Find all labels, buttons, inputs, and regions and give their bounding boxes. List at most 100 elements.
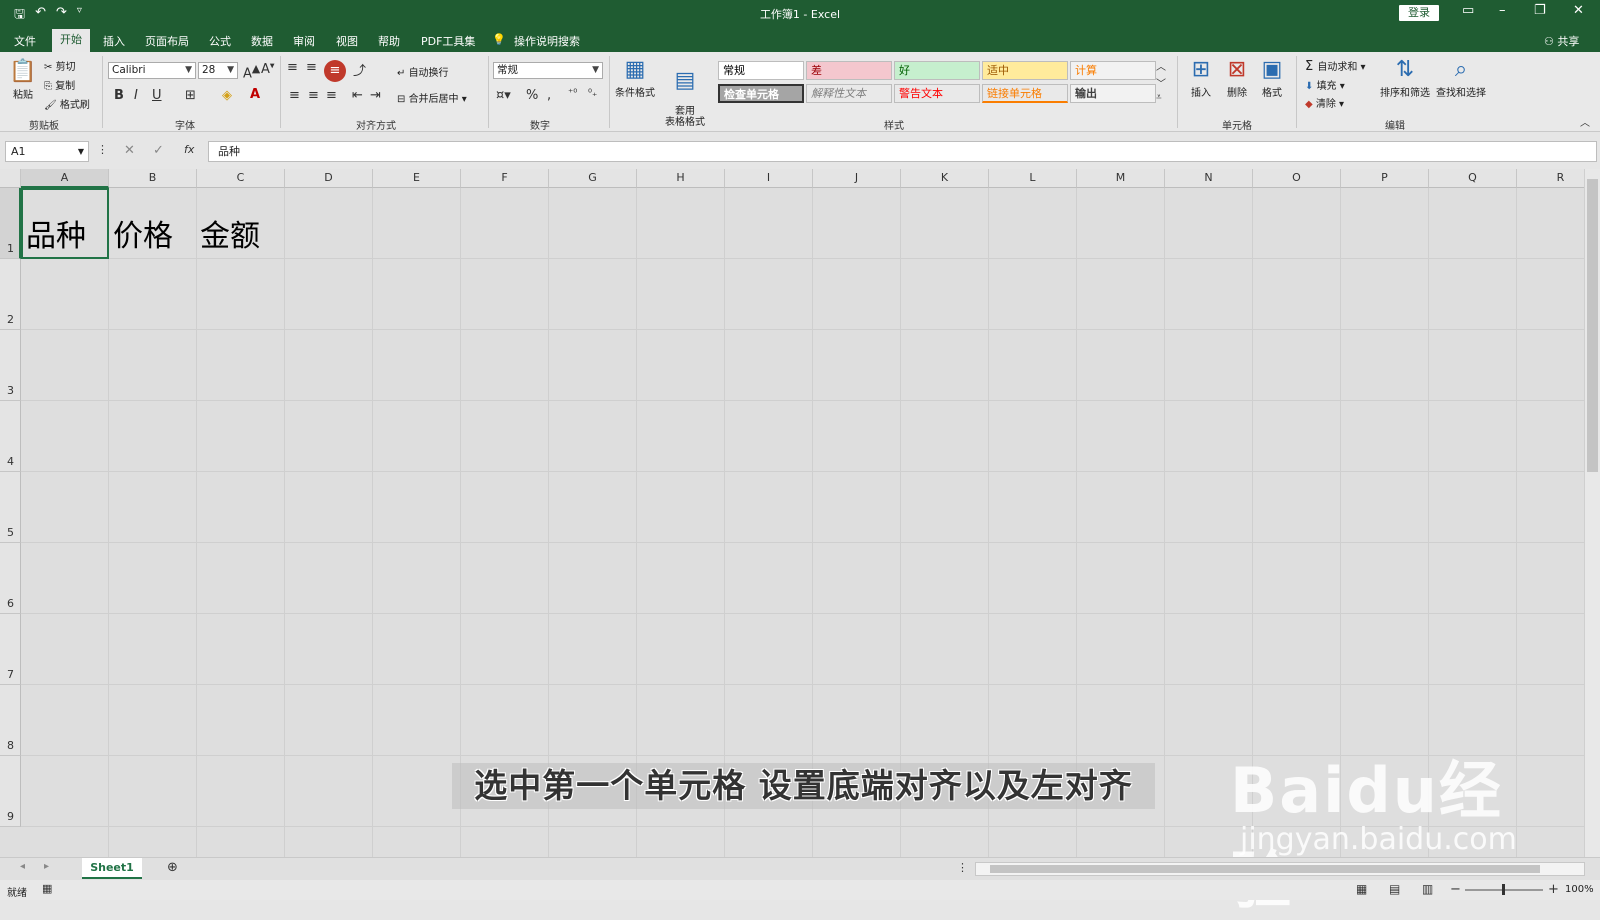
cell-style-item[interactable]: 警告文本 [894, 84, 980, 103]
tab-page-layout[interactable]: 页面布局 [145, 33, 189, 49]
clear-button[interactable]: ◆ 清除 ▾ [1305, 95, 1344, 110]
column-header[interactable]: J [813, 169, 901, 188]
zoom-slider-thumb[interactable] [1502, 884, 1505, 895]
cell-style-item[interactable]: 计算 [1070, 61, 1156, 80]
tab-file[interactable]: 文件 [14, 33, 36, 49]
column-header[interactable]: M [1077, 169, 1165, 188]
align-middle-icon[interactable]: ≡ [306, 60, 317, 75]
scrollbar-thumb[interactable] [990, 865, 1540, 873]
fill-button[interactable]: ⬇ 填充 ▾ [1305, 77, 1345, 92]
name-box[interactable]: A1 ▼ [5, 141, 89, 162]
border-icon[interactable]: ⊞ [185, 88, 196, 103]
cell-style-item[interactable]: 检查单元格 [718, 84, 804, 103]
comma-button[interactable]: , [547, 88, 551, 103]
restore-icon[interactable]: ❐ [1534, 3, 1546, 18]
horizontal-scrollbar[interactable] [975, 862, 1585, 876]
row-header[interactable]: 2 [0, 259, 21, 330]
percent-button[interactable]: % [526, 88, 538, 103]
align-top-icon[interactable]: ≡ [287, 60, 298, 75]
row-header[interactable]: 4 [0, 401, 21, 472]
format-cells-button[interactable]: ▣ 格式 [1257, 56, 1287, 99]
zoom-in-icon[interactable]: + [1548, 882, 1559, 897]
underline-button[interactable]: U [152, 88, 162, 103]
close-icon[interactable]: ✕ [1573, 3, 1584, 18]
conditional-format-button[interactable]: ▦ 条件格式 [614, 56, 656, 99]
column-header[interactable]: D [285, 169, 373, 188]
prev-sheet-icon[interactable]: ◂ [20, 861, 25, 872]
ribbon-display-icon[interactable]: ▭ [1462, 3, 1474, 18]
increase-font-icon[interactable]: A▲ [243, 62, 260, 81]
splitter-icon[interactable]: ⋮ [957, 861, 968, 874]
select-all-corner[interactable] [0, 169, 21, 188]
zoom-level[interactable]: 100% [1565, 884, 1594, 895]
tab-help[interactable]: 帮助 [378, 33, 400, 49]
enter-icon[interactable]: ✓ [153, 143, 164, 158]
insert-function-button[interactable]: fx [184, 143, 194, 156]
column-header[interactable]: F [461, 169, 549, 188]
column-header[interactable]: H [637, 169, 725, 188]
insert-cells-button[interactable]: ⊞ 插入 [1186, 56, 1216, 99]
find-select-button[interactable]: ⌕ 查找和选择 [1434, 56, 1488, 99]
cell-style-item[interactable]: 常规 [718, 61, 804, 80]
sheet-tab[interactable]: Sheet1 [82, 858, 142, 879]
share-button[interactable]: ⚇ 共享 [1544, 33, 1579, 49]
italic-button[interactable]: I [134, 88, 138, 103]
tab-pdf-tools[interactable]: PDF工具集 [421, 33, 475, 49]
orientation-icon[interactable]: ⤴ [353, 60, 366, 79]
cell-style-item[interactable]: 链接单元格 [982, 84, 1068, 103]
macro-record-icon[interactable]: ▦ [42, 882, 52, 895]
decrease-decimal-icon[interactable]: ⁰₊ [588, 88, 597, 99]
delete-cells-button[interactable]: ⊠ 删除 [1222, 56, 1252, 99]
add-sheet-icon[interactable]: ⊕ [167, 860, 178, 875]
column-header[interactable]: L [989, 169, 1077, 188]
format-painter-button[interactable]: 🖌 格式刷 [44, 96, 90, 111]
sort-filter-button[interactable]: ⇅ 排序和筛选 [1378, 56, 1432, 99]
column-header[interactable]: A [21, 169, 109, 188]
cell-style-item[interactable]: 输出 [1070, 84, 1156, 103]
tab-insert[interactable]: 插入 [103, 33, 125, 49]
copy-button[interactable]: ⎘ 复制 [44, 77, 75, 92]
paste-button[interactable]: 📋 粘贴 [8, 58, 38, 101]
bold-button[interactable]: B [114, 88, 124, 103]
tab-view[interactable]: 视图 [336, 33, 358, 49]
collapse-ribbon-icon[interactable]: ︿ [1580, 114, 1590, 129]
cell-style-item[interactable]: 好 [894, 61, 980, 80]
tab-data[interactable]: 数据 [251, 33, 273, 49]
row-header[interactable]: 3 [0, 330, 21, 401]
increase-indent-icon[interactable]: ⇥ [370, 88, 381, 103]
tab-formulas[interactable]: 公式 [209, 33, 231, 49]
cell-a1[interactable]: 品种 [26, 220, 86, 254]
gallery-down-icon[interactable]: ﹀ [1156, 75, 1166, 90]
currency-icon[interactable]: ¤▾ [496, 88, 511, 103]
align-left-icon[interactable]: ≡ [289, 88, 300, 103]
column-header[interactable]: P [1341, 169, 1429, 188]
cut-button[interactable]: ✂ 剪切 [44, 58, 76, 73]
cell-style-item[interactable]: 适中 [982, 61, 1068, 80]
column-header[interactable]: E [373, 169, 461, 188]
cell-style-item[interactable]: 差 [806, 61, 892, 80]
increase-decimal-icon[interactable]: ⁺⁰ [568, 88, 577, 99]
fill-color-icon[interactable]: ◈ [222, 88, 232, 103]
cell-b1[interactable]: 价格 [113, 220, 173, 254]
font-size-combo[interactable]: 28 ▼ [198, 62, 238, 79]
tell-me-search[interactable]: 操作说明搜索 [514, 33, 580, 49]
next-sheet-icon[interactable]: ▸ [44, 861, 49, 872]
tab-home[interactable]: 开始 [52, 29, 90, 52]
cell-style-item[interactable]: 解释性文本 [806, 84, 892, 103]
vertical-scrollbar[interactable] [1584, 169, 1600, 857]
cell-c1[interactable]: 金额 [200, 220, 260, 254]
number-format-combo[interactable]: 常规 ▼ [493, 62, 603, 79]
decrease-indent-icon[interactable]: ⇤ [352, 88, 363, 103]
login-button[interactable]: 登录 [1399, 5, 1439, 21]
column-header[interactable]: Q [1429, 169, 1517, 188]
column-header[interactable]: K [901, 169, 989, 188]
zoom-out-icon[interactable]: − [1450, 882, 1461, 897]
worksheet-grid[interactable]: ABCDEFGHIJKLMNOPQR 1 2 3 4 5 6 7 8 9 品种 价格 金额 [0, 169, 1600, 857]
column-header[interactable]: B [109, 169, 197, 188]
row-header[interactable]: 7 [0, 614, 21, 685]
autosum-button[interactable]: Σ 自动求和 ▾ [1305, 58, 1366, 74]
wrap-text-button[interactable]: ↵ 自动换行 [397, 64, 449, 79]
row-header[interactable]: 6 [0, 543, 21, 614]
merge-center-button[interactable]: ⊟ 合并后居中 ▾ [397, 90, 467, 105]
row-header[interactable]: 1 [0, 188, 21, 259]
